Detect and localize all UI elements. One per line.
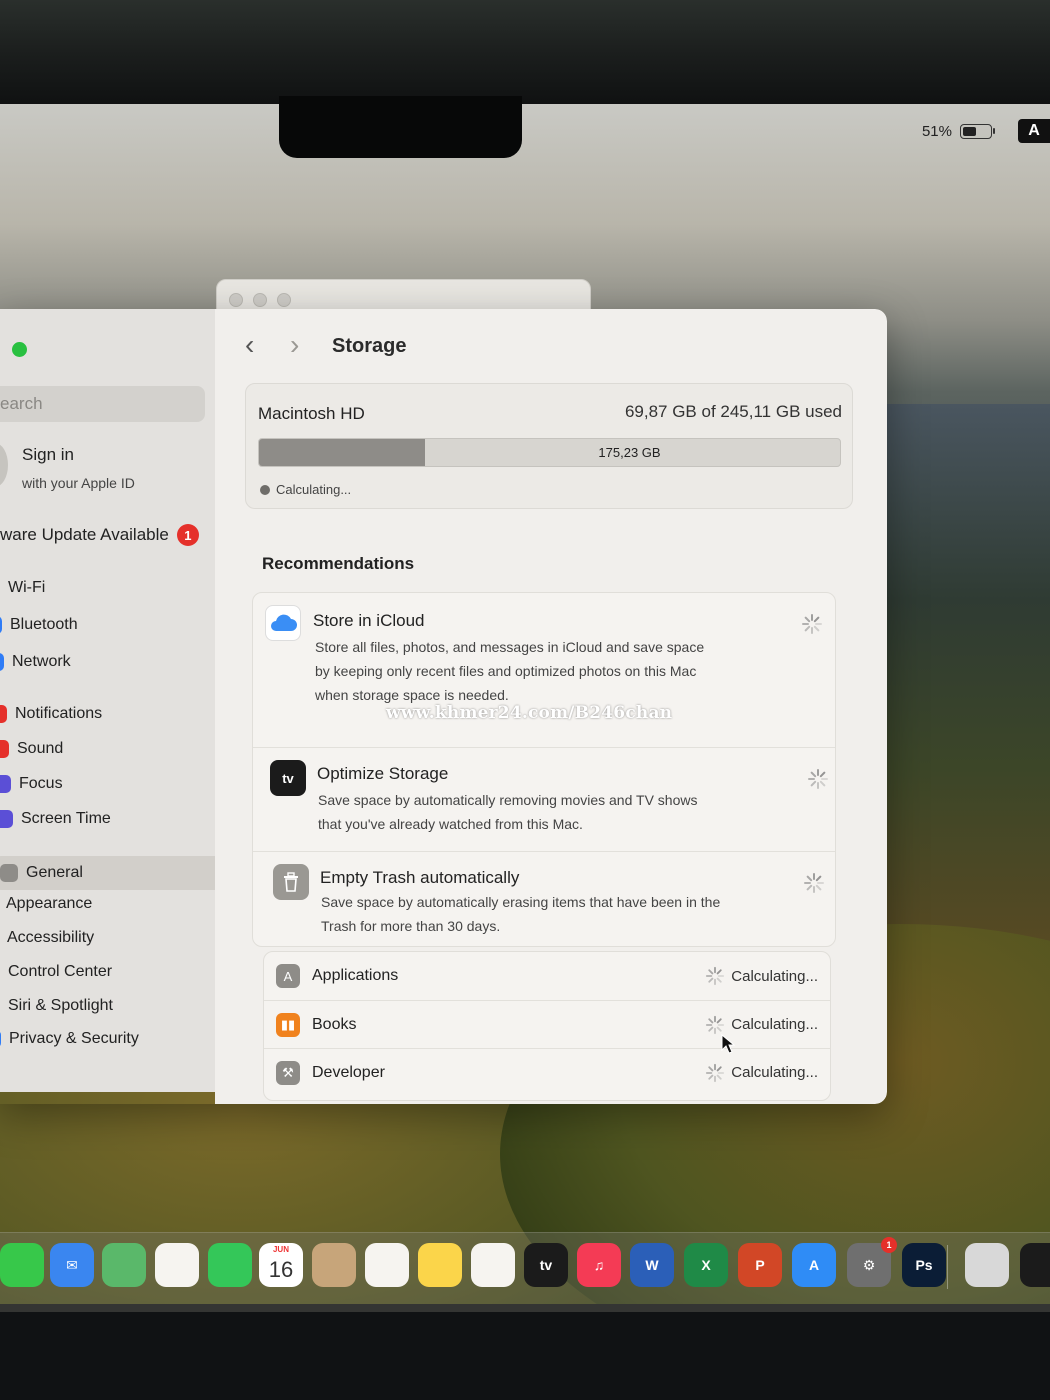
music-icon[interactable]: ♫ <box>577 1243 621 1287</box>
activity-icon[interactable] <box>1020 1243 1050 1287</box>
dock-separator <box>947 1245 948 1289</box>
category-applications[interactable]: A Applications Calculating... <box>264 952 830 1000</box>
category-label: Applications <box>312 967 399 984</box>
books-icon: ▮▮ <box>276 1012 300 1037</box>
apple-tv-icon: tv <box>270 760 306 796</box>
calendar-month: JUN <box>272 1245 289 1254</box>
recommendation-title: Empty Trash automatically <box>320 868 520 887</box>
category-label: Developer <box>312 1063 385 1081</box>
trash-icon <box>273 864 309 900</box>
apple-tv-icon[interactable]: tv <box>524 1243 568 1287</box>
storage-content: ‹ › Storage Macintosh HD 69,87 GB of 245… <box>0 309 887 1104</box>
input-source-icon[interactable]: A <box>1018 119 1050 143</box>
recommendation-description: Store all files, photos, and messages in… <box>315 639 705 703</box>
spinner-icon <box>804 873 824 893</box>
photo-bezel <box>0 0 1050 120</box>
close-icon[interactable] <box>229 293 243 307</box>
spinner-icon <box>706 1015 725 1034</box>
category-status-text: Calculating... <box>731 1016 818 1033</box>
powerpoint-icon[interactable]: P <box>738 1243 782 1287</box>
notes-icon[interactable] <box>418 1243 462 1287</box>
mail-icon[interactable]: ✉ <box>50 1243 94 1287</box>
camera-notch <box>279 96 522 158</box>
forward-button[interactable]: › <box>290 331 299 359</box>
recommendations-title: Recommendations <box>262 554 415 573</box>
facetime-icon[interactable] <box>208 1243 252 1287</box>
contacts-icon[interactable] <box>312 1243 356 1287</box>
recommendation-title: Optimize Storage <box>317 764 449 783</box>
battery-icon[interactable] <box>960 123 995 139</box>
dock-icon-label: W <box>645 1257 659 1273</box>
back-button[interactable]: ‹ <box>245 331 254 359</box>
category-status-text: Calculating... <box>731 1064 818 1081</box>
messages-icon[interactable] <box>0 1243 44 1287</box>
app-store-icon: A <box>276 964 300 988</box>
dock-icon-label: Ps <box>915 1257 933 1273</box>
dock-icon-label: P <box>755 1257 765 1273</box>
disk-name: Macintosh HD <box>258 404 365 423</box>
recommendation-title: Store in iCloud <box>313 611 425 630</box>
photoshop-icon[interactable]: Ps <box>902 1243 946 1287</box>
recommendation-optimize[interactable]: tv Optimize Storage Save space by automa… <box>253 747 835 851</box>
watermark-text: www.khmer24.com/B246chan <box>386 703 673 723</box>
page-title: Storage <box>332 335 407 357</box>
dock-icon-label: ⚙ <box>862 1256 876 1273</box>
dock-icon-label: X <box>701 1257 711 1273</box>
storage-categories: A Applications Calculating... ▮▮ Books Calcul… <box>263 951 831 1101</box>
spinner-icon <box>706 1063 725 1082</box>
disk-usage-text: 69,87 GB of 245,11 GB used <box>624 402 842 421</box>
recommendation-description: Save space by automatically removing mov… <box>318 792 698 832</box>
zoom-icon[interactable] <box>277 293 291 307</box>
app-store-icon[interactable]: A <box>792 1243 836 1287</box>
maps-icon[interactable] <box>102 1243 146 1287</box>
mouse-cursor-icon <box>721 1034 735 1054</box>
category-label: Books <box>312 1015 357 1033</box>
category-status: Calculating... <box>705 1063 818 1083</box>
dock-icon-label: tv <box>539 1257 553 1273</box>
photos-icon[interactable] <box>155 1243 199 1287</box>
calendar-icon[interactable]: JUN 16 <box>259 1243 303 1287</box>
spinner-icon <box>706 966 725 986</box>
excel-icon[interactable]: X <box>684 1243 728 1287</box>
legend-dot-icon <box>260 484 270 495</box>
disk-status-text: Calculating... <box>276 482 352 497</box>
category-developer[interactable]: ⚒ Developer Calculating... <box>264 1048 830 1096</box>
spinner-icon <box>802 614 822 634</box>
recommendation-description: Save space by automatically erasing item… <box>321 894 721 934</box>
category-status: Calculating... <box>705 966 818 986</box>
freeform-icon[interactable] <box>471 1243 515 1287</box>
minimize-icon[interactable] <box>253 293 267 307</box>
calendar-day: 16 <box>268 1257 294 1282</box>
disk-usage-card: Macintosh HD 69,87 GB of 245,11 GB used … <box>245 383 853 509</box>
dock-icon-label: ✉ <box>66 1256 78 1273</box>
recommendation-empty-trash[interactable]: Empty Trash automatically Save space by … <box>253 851 835 948</box>
dock-icon-label: ♫ <box>593 1257 605 1273</box>
reminders-icon[interactable] <box>365 1243 409 1287</box>
hammer-icon: ⚒ <box>276 1060 300 1085</box>
wallpaper-forest <box>860 404 1050 964</box>
recommendations-list: Store in iCloud Store all files, photos,… <box>252 592 836 947</box>
system-settings-icon[interactable]: ⚙ 1 <box>847 1237 897 1287</box>
word-icon[interactable]: W <box>630 1243 674 1287</box>
category-status-text: Calculating... <box>731 967 818 985</box>
storage-free-label: 175,23 GB <box>598 445 661 460</box>
storage-bar[interactable]: 175,23 GB <box>258 438 841 467</box>
icloud-icon <box>265 605 301 641</box>
disk-status: Calculating... <box>260 482 351 497</box>
category-status: Calculating... <box>705 1015 818 1035</box>
mirroring-icon[interactable] <box>965 1243 1009 1287</box>
recommendation-icloud[interactable]: Store in iCloud Store all files, photos,… <box>253 593 835 747</box>
category-books[interactable]: ▮▮ Books Calculating... <box>264 1000 830 1048</box>
menubar-status: 51% A <box>922 118 1050 144</box>
battery-percent: 51% <box>921 122 952 140</box>
settings-badge: 1 <box>881 1237 897 1253</box>
spinner-icon <box>808 769 828 789</box>
dock-icon-label: A <box>808 1257 820 1273</box>
dock: ✉ JUN 16 tv ♫ W X P A ⚙ 1 Ps <box>0 1232 1050 1312</box>
